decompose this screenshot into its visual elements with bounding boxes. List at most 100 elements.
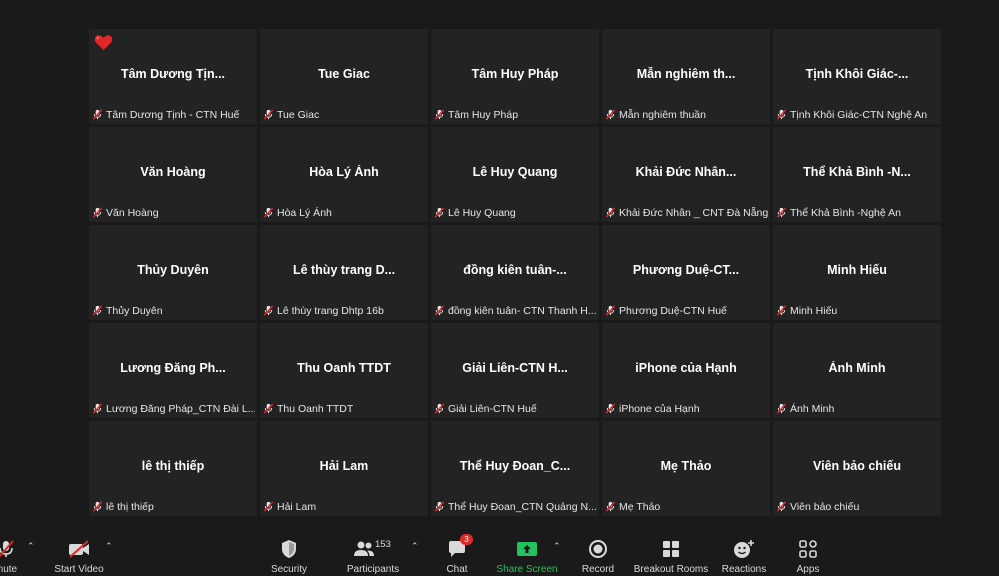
participant-footer: Hòa Lý Ánh	[263, 206, 426, 219]
participant-footer: Lê Huy Quang	[434, 206, 597, 219]
participants-options-caret[interactable]: ⌃	[411, 541, 419, 552]
start-video-label: Start Video	[54, 564, 104, 575]
chat-button[interactable]: 3 Chat	[438, 527, 476, 576]
participant-tile[interactable]: Tâm Huy Pháp Tâm Huy Pháp	[431, 29, 599, 124]
participant-display-name: Lê Huy Quang	[472, 165, 558, 179]
participant-footer: iPhone của Hạnh	[605, 402, 768, 415]
mic-muted-icon	[776, 109, 787, 120]
start-video-button[interactable]: Start Video	[50, 527, 108, 576]
participant-tile[interactable]: Khải Đức Nhân... Khải Đức Nhân _ CNT Đà N…	[602, 127, 770, 222]
participant-footer: Giải Liên-CTN Huế	[434, 402, 597, 415]
participant-footer-name: Lê Huy Quang	[448, 206, 516, 219]
mic-muted-icon	[434, 501, 445, 512]
apps-button[interactable]: Apps	[790, 527, 826, 576]
participant-footer: Tịnh Khôi Giác-CTN Nghệ An	[776, 108, 939, 121]
participant-display-name: Văn Hoàng	[140, 165, 206, 179]
heart-icon	[94, 34, 113, 51]
participant-display-name: Lê thùy trang D...	[292, 263, 396, 277]
participant-tile[interactable]: Tue Giac Tue Giac	[260, 29, 428, 124]
breakout-rooms-button[interactable]: Breakout Rooms	[634, 527, 708, 576]
record-button[interactable]: Record	[578, 527, 618, 576]
mic-muted-icon	[605, 109, 616, 120]
participant-tile[interactable]: Lương Đăng Ph... Lương Đăng Pháp_CTN Đài …	[89, 323, 257, 418]
mic-muted-icon	[434, 305, 445, 316]
audio-options-caret[interactable]: ⌃	[27, 541, 35, 552]
participant-footer-name: lê thị thiếp	[106, 500, 154, 513]
share-screen-button[interactable]: Share Screen	[496, 527, 558, 576]
participant-tile[interactable]: Mẹ Thảo Mẹ Thảo	[602, 421, 770, 516]
participant-footer: Văn Hoàng	[92, 206, 255, 219]
unmute-button[interactable]: mute	[0, 527, 26, 576]
participant-footer: lê thị thiếp	[92, 500, 255, 513]
security-button[interactable]: Security	[265, 527, 313, 576]
participant-footer: Hải Lam	[263, 500, 426, 513]
participant-footer-name: Thủy Duyên	[106, 304, 163, 317]
share-screen-icon	[516, 537, 538, 561]
mic-muted-icon	[605, 305, 616, 316]
participant-tile[interactable]: Tâm Dương Tịn... Tâm Dương Tịnh - CTN Huế	[89, 29, 257, 124]
participant-display-name: Ánh Minh	[828, 361, 886, 375]
participant-tile[interactable]: Tịnh Khôi Giác-... Tịnh Khôi Giác-CTN Ngh…	[773, 29, 941, 124]
participant-footer: Tue Giac	[263, 108, 426, 121]
participant-tile[interactable]: Hải Lam Hải Lam	[260, 421, 428, 516]
participant-footer: Thủy Duyên	[92, 304, 255, 317]
participant-tile[interactable]: Thủy Duyên Thủy Duyên	[89, 225, 257, 320]
participant-footer: Thu Oanh TTDT	[263, 402, 426, 415]
participant-tile[interactable]: Minh Hiếu Minh Hiếu	[773, 225, 941, 320]
participant-tile[interactable]: lê thị thiếp lê thị thiếp	[89, 421, 257, 516]
participants-button[interactable]: 153 Participants	[344, 527, 402, 576]
mic-muted-icon	[263, 501, 274, 512]
participant-footer: Thể Khả Bình -Nghệ An	[776, 206, 939, 219]
participant-footer: Phương Duệ-CTN Huế	[605, 304, 768, 317]
mic-muted-icon	[605, 501, 616, 512]
participant-footer-name: Tâm Huy Pháp	[448, 108, 519, 121]
participant-tile[interactable]: iPhone của Hạnh iPhone của Hạnh	[602, 323, 770, 418]
mic-muted-icon	[776, 403, 787, 414]
reactions-label: Reactions	[721, 564, 767, 575]
participant-footer: Thể Huy Đoan_CTN Quảng N...	[434, 500, 597, 513]
participant-tile[interactable]: Văn Hoàng Văn Hoàng	[89, 127, 257, 222]
mic-muted-icon	[92, 501, 103, 512]
reactions-button[interactable]: Reactions	[720, 527, 768, 576]
participant-display-name: Viên bảo chiếu	[813, 459, 901, 473]
participant-tile[interactable]: đồng kiên tuân-... đồng kiên tuân- CTN Th…	[431, 225, 599, 320]
apps-icon	[799, 537, 817, 561]
participant-tile[interactable]: Giải Liên-CTN H... Giải Liên-CTN Huế	[431, 323, 599, 418]
share-screen-label: Share Screen	[496, 564, 558, 575]
participant-footer-name: Mẹ Thảo	[619, 500, 661, 513]
participant-display-name: đồng kiên tuân-...	[463, 263, 567, 277]
record-label: Record	[581, 564, 615, 575]
participant-display-name: Giải Liên-CTN H...	[462, 361, 568, 375]
participant-tile[interactable]: Lê Huy Quang Lê Huy Quang	[431, 127, 599, 222]
mic-muted-icon	[434, 207, 445, 218]
participant-footer: Mẫn nghiêm thuần	[605, 108, 768, 121]
participant-tile[interactable]: Hòa Lý Ánh Hòa Lý Ánh	[260, 127, 428, 222]
participant-display-name: Khải Đức Nhân...	[635, 165, 737, 179]
breakout-rooms-icon	[662, 537, 680, 561]
participant-display-name: Phương Duệ-CT...	[632, 263, 740, 277]
participant-tile[interactable]: Viên bảo chiếu Viên bảo chiếu	[773, 421, 941, 516]
participant-tile[interactable]: Thể Huy Đoan_C... Thể Huy Đoan_CTN Quảng …	[431, 421, 599, 516]
participant-tile[interactable]: Mẫn nghiêm th... Mẫn nghiêm thuần	[602, 29, 770, 124]
mic-muted-icon	[434, 403, 445, 414]
participant-footer: Mẹ Thảo	[605, 500, 768, 513]
participant-display-name: Thể Khả Bình -N...	[803, 165, 911, 179]
participant-footer-name: Hòa Lý Ánh	[277, 206, 332, 219]
participant-footer-name: Minh Hiếu	[790, 304, 838, 317]
participant-tile[interactable]: Lê thùy trang D... Lê thùy trang Dhtp 16b	[260, 225, 428, 320]
participant-footer-name: iPhone của Hạnh	[619, 402, 700, 415]
participant-tile[interactable]: Thu Oanh TTDT Thu Oanh TTDT	[260, 323, 428, 418]
participant-tile[interactable]: Phương Duệ-CT... Phương Duệ-CTN Huế	[602, 225, 770, 320]
mic-muted-icon	[263, 109, 274, 120]
share-options-caret[interactable]: ⌃	[553, 541, 561, 552]
participant-footer-name: Tịnh Khôi Giác-CTN Nghệ An	[790, 108, 928, 121]
participant-tile[interactable]: Thể Khả Bình -N... Thể Khả Bình -Nghệ An	[773, 127, 941, 222]
mic-muted-icon	[776, 305, 787, 316]
meeting-toolbar: mute ⌃ Start Video ⌃ Security	[0, 527, 999, 576]
participant-tile[interactable]: Ánh Minh Ánh Minh	[773, 323, 941, 418]
apps-label: Apps	[796, 564, 820, 575]
video-options-caret[interactable]: ⌃	[105, 541, 113, 552]
mic-muted-icon	[776, 501, 787, 512]
mic-muted-icon	[263, 403, 274, 414]
participants-icon: 153	[353, 537, 393, 561]
